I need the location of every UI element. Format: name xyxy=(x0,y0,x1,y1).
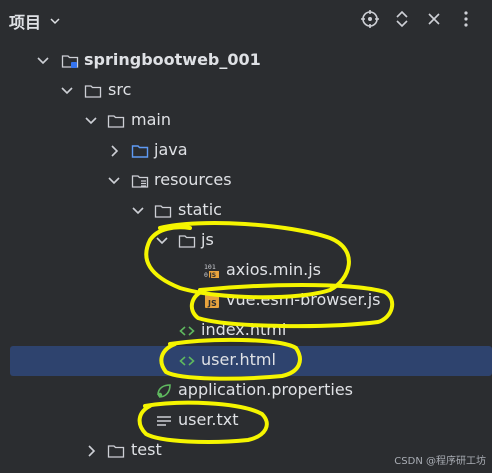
tree-row-label: js xyxy=(201,230,214,249)
folder-icon xyxy=(107,115,125,128)
panel-title: 项目 xyxy=(9,13,42,32)
tree-row-label: test xyxy=(131,440,162,459)
tree-row-main[interactable]: main xyxy=(0,106,492,136)
expand-collapse-icon[interactable] xyxy=(392,9,412,29)
tree-row-label: springbootweb_001 xyxy=(84,50,261,69)
folder-icon xyxy=(178,235,196,248)
chevron-down-icon[interactable] xyxy=(60,84,74,98)
svg-text:JS: JS xyxy=(209,272,217,279)
tree-row-label: index.html xyxy=(201,320,287,339)
chevron-down-icon[interactable] xyxy=(36,54,50,68)
folder-icon xyxy=(107,445,125,458)
svg-text:101: 101 xyxy=(204,263,216,271)
more-vertical-icon[interactable] xyxy=(456,9,476,29)
tree-row-user-txt[interactable]: user.txt xyxy=(0,406,492,436)
tree-row-src[interactable]: src xyxy=(0,76,492,106)
tree-row-resources[interactable]: resources xyxy=(0,166,492,196)
chevron-down-icon[interactable] xyxy=(107,174,121,188)
tree-row-label: vue.esm-browser.js xyxy=(226,290,381,309)
chevron-down-icon[interactable] xyxy=(155,234,169,248)
tree-row-axios-min-js[interactable]: 101 0 JS axios.min.js xyxy=(0,256,492,286)
svg-text:JS: JS xyxy=(207,299,217,308)
resources-folder-icon xyxy=(131,175,149,188)
binary-js-icon: 101 0 JS xyxy=(204,263,219,279)
tree-row-static[interactable]: static xyxy=(0,196,492,226)
js-file-icon: JS xyxy=(205,294,219,308)
html-file-icon xyxy=(179,356,195,366)
chevron-right-icon[interactable] xyxy=(84,444,98,458)
watermark: CSDN @程序研工坊 xyxy=(394,456,486,467)
chevron-down-icon[interactable] xyxy=(131,204,145,218)
close-icon[interactable] xyxy=(424,9,444,29)
tree-row-user-html[interactable]: user.html xyxy=(10,346,492,376)
tree-row-application-properties[interactable]: application.properties xyxy=(0,376,492,406)
tree-row-label: main xyxy=(131,110,171,129)
module-folder-icon xyxy=(61,55,79,68)
tree-row-js[interactable]: js xyxy=(0,226,492,256)
tree-row-label: user.html xyxy=(201,350,276,369)
chevron-down-icon[interactable] xyxy=(84,114,98,128)
svg-text:0: 0 xyxy=(204,271,208,279)
properties-file-icon xyxy=(157,384,171,398)
tree-row-java[interactable]: java xyxy=(0,136,492,166)
folder-icon xyxy=(84,85,102,98)
html-file-icon xyxy=(179,326,195,336)
project-view-selector[interactable]: 项目 xyxy=(9,9,61,33)
tree-row-label: user.txt xyxy=(178,410,239,429)
source-folder-icon xyxy=(131,145,149,158)
tree-row-label: src xyxy=(108,80,132,99)
chevron-right-icon[interactable] xyxy=(107,144,121,158)
tree-row-label: application.properties xyxy=(178,380,353,399)
folder-icon xyxy=(154,205,172,218)
tree-row-vue-esm-browser-js[interactable]: JS vue.esm-browser.js xyxy=(0,286,492,316)
text-file-icon xyxy=(157,416,171,426)
tree-row-label: static xyxy=(178,200,222,219)
tree-row-label: resources xyxy=(154,170,232,189)
chevron-down-icon xyxy=(50,18,60,25)
locate-icon[interactable] xyxy=(360,9,380,29)
tree-row-label: java xyxy=(154,140,188,159)
project-panel-header: 项目 xyxy=(0,0,492,40)
tree-row-index-html[interactable]: index.html xyxy=(0,316,492,346)
tree-row-label: axios.min.js xyxy=(226,260,321,279)
tree-row-springbootweb-001[interactable]: springbootweb_001 xyxy=(0,46,492,76)
